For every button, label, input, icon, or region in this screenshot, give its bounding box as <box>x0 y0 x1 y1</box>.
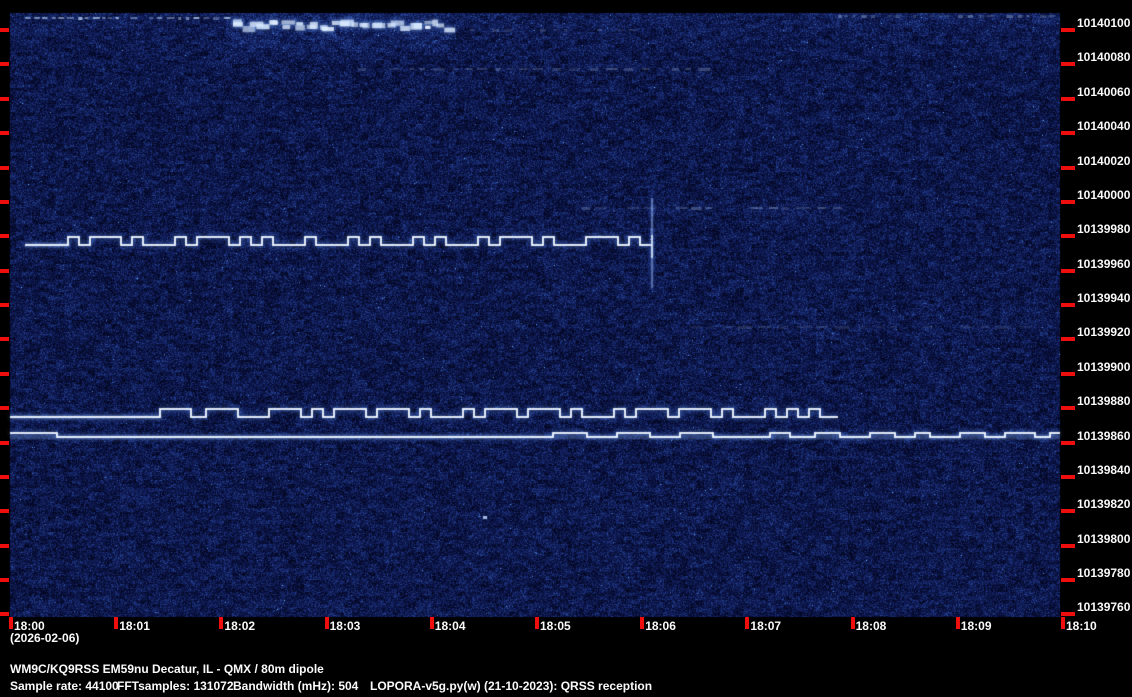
station-info-line: WM9C/KQ9RSS EM59nu Decatur, IL - QMX / 8… <box>10 662 324 676</box>
freq-tick-right <box>1061 62 1075 67</box>
freq-tick-right <box>1061 165 1075 170</box>
freq-axis-label: 10139800 <box>1077 531 1131 546</box>
freq-tick-right <box>1061 440 1075 445</box>
date-label: (2026-02-06) <box>10 631 80 645</box>
freq-axis-label: 10140040 <box>1077 119 1131 134</box>
freq-tick-right <box>1061 406 1075 411</box>
time-tick <box>219 617 224 629</box>
time-axis-label: 18:06 <box>645 619 676 633</box>
freq-axis-label: 10139920 <box>1077 325 1131 340</box>
freq-tick-right <box>1061 578 1075 583</box>
freq-axis-label: 10139820 <box>1077 497 1131 512</box>
freq-tick-left <box>0 543 9 548</box>
freq-axis-label: 10139760 <box>1077 600 1131 615</box>
freq-tick-left <box>0 406 9 411</box>
time-tick <box>1061 617 1065 629</box>
freq-axis-label: 10139980 <box>1077 222 1131 237</box>
freq-tick-right <box>1061 96 1075 101</box>
freq-tick-right <box>1061 371 1075 376</box>
freq-tick-right <box>1061 303 1075 308</box>
freq-tick-left <box>0 440 9 445</box>
freq-tick-left <box>0 474 9 479</box>
time-tick <box>850 617 855 629</box>
time-tick <box>745 617 750 629</box>
freq-axis-label: 10140000 <box>1077 187 1131 202</box>
qrss-grabber-screen: 10140100 10140080 10140060 10140040 10140020… <box>0 0 1132 697</box>
freq-tick-right <box>1061 612 1075 617</box>
freq-tick-right <box>1061 474 1075 479</box>
freq-tick-right <box>1061 234 1075 239</box>
freq-tick-left <box>0 578 9 583</box>
time-tick <box>9 617 13 629</box>
freq-axis-label: 10139940 <box>1077 291 1131 306</box>
freq-tick-right <box>1061 543 1075 548</box>
freq-tick-right <box>1061 268 1075 273</box>
freq-axis-label: 10139880 <box>1077 394 1131 409</box>
freq-tick-right <box>1061 28 1075 32</box>
freq-tick-left <box>0 337 9 342</box>
time-axis-label: 18:10 <box>1066 619 1097 633</box>
freq-tick-left <box>0 96 9 101</box>
time-tick <box>114 617 119 629</box>
time-tick <box>535 617 539 629</box>
time-axis-label: 18:05 <box>540 619 571 633</box>
freq-tick-left <box>0 28 9 32</box>
freq-tick-right <box>1061 131 1075 136</box>
freq-tick-right <box>1061 199 1075 204</box>
time-axis-label: 18:04 <box>434 619 466 633</box>
freq-tick-left <box>0 165 9 170</box>
freq-tick-left <box>0 509 9 514</box>
freq-tick-right <box>1061 509 1075 514</box>
freq-axis-label: 10140060 <box>1077 84 1131 99</box>
time-tick <box>429 617 434 629</box>
time-axis-label: 18:09 <box>960 619 992 633</box>
time-axis-label: 18:03 <box>329 619 361 633</box>
fft-samples-label: FFTsamples: 131072 <box>117 679 234 693</box>
software-version-label: LOPORA-v5g.py(w) (21-10-2023): QRSS rece… <box>370 679 653 693</box>
freq-axis-label: 10139960 <box>1077 256 1131 271</box>
freq-axis-label: 10140080 <box>1077 50 1131 65</box>
freq-tick-left <box>0 234 9 239</box>
freq-axis-label: 10139780 <box>1077 566 1131 581</box>
freq-tick-right <box>1061 337 1075 342</box>
bandwidth-label: Bandwidth (mHz): 504 <box>233 679 359 693</box>
freq-tick-left <box>0 371 9 376</box>
freq-tick-left <box>0 199 9 204</box>
time-axis-label: 18:07 <box>750 619 782 633</box>
spectrogram-canvas <box>0 0 1132 697</box>
freq-axis-label: 10140020 <box>1077 153 1131 168</box>
freq-tick-left <box>0 131 9 136</box>
time-tick <box>640 617 645 629</box>
freq-axis-label: 10139860 <box>1077 428 1131 443</box>
freq-axis-label: 10139840 <box>1077 462 1131 477</box>
freq-tick-left <box>0 303 9 308</box>
freq-axis-label: 10140100 <box>1077 16 1131 30</box>
time-tick <box>324 617 329 629</box>
sample-rate-label: Sample rate: 44100 <box>10 679 119 693</box>
freq-tick-left <box>0 62 9 67</box>
time-tick <box>955 617 960 629</box>
time-axis-label: 18:08 <box>855 619 887 633</box>
time-axis-label: 18:02 <box>224 619 256 633</box>
freq-tick-left <box>0 268 9 273</box>
freq-axis-label: 10139900 <box>1077 359 1131 374</box>
freq-tick-left <box>0 612 9 617</box>
time-axis-label: 18:01 <box>119 619 150 633</box>
